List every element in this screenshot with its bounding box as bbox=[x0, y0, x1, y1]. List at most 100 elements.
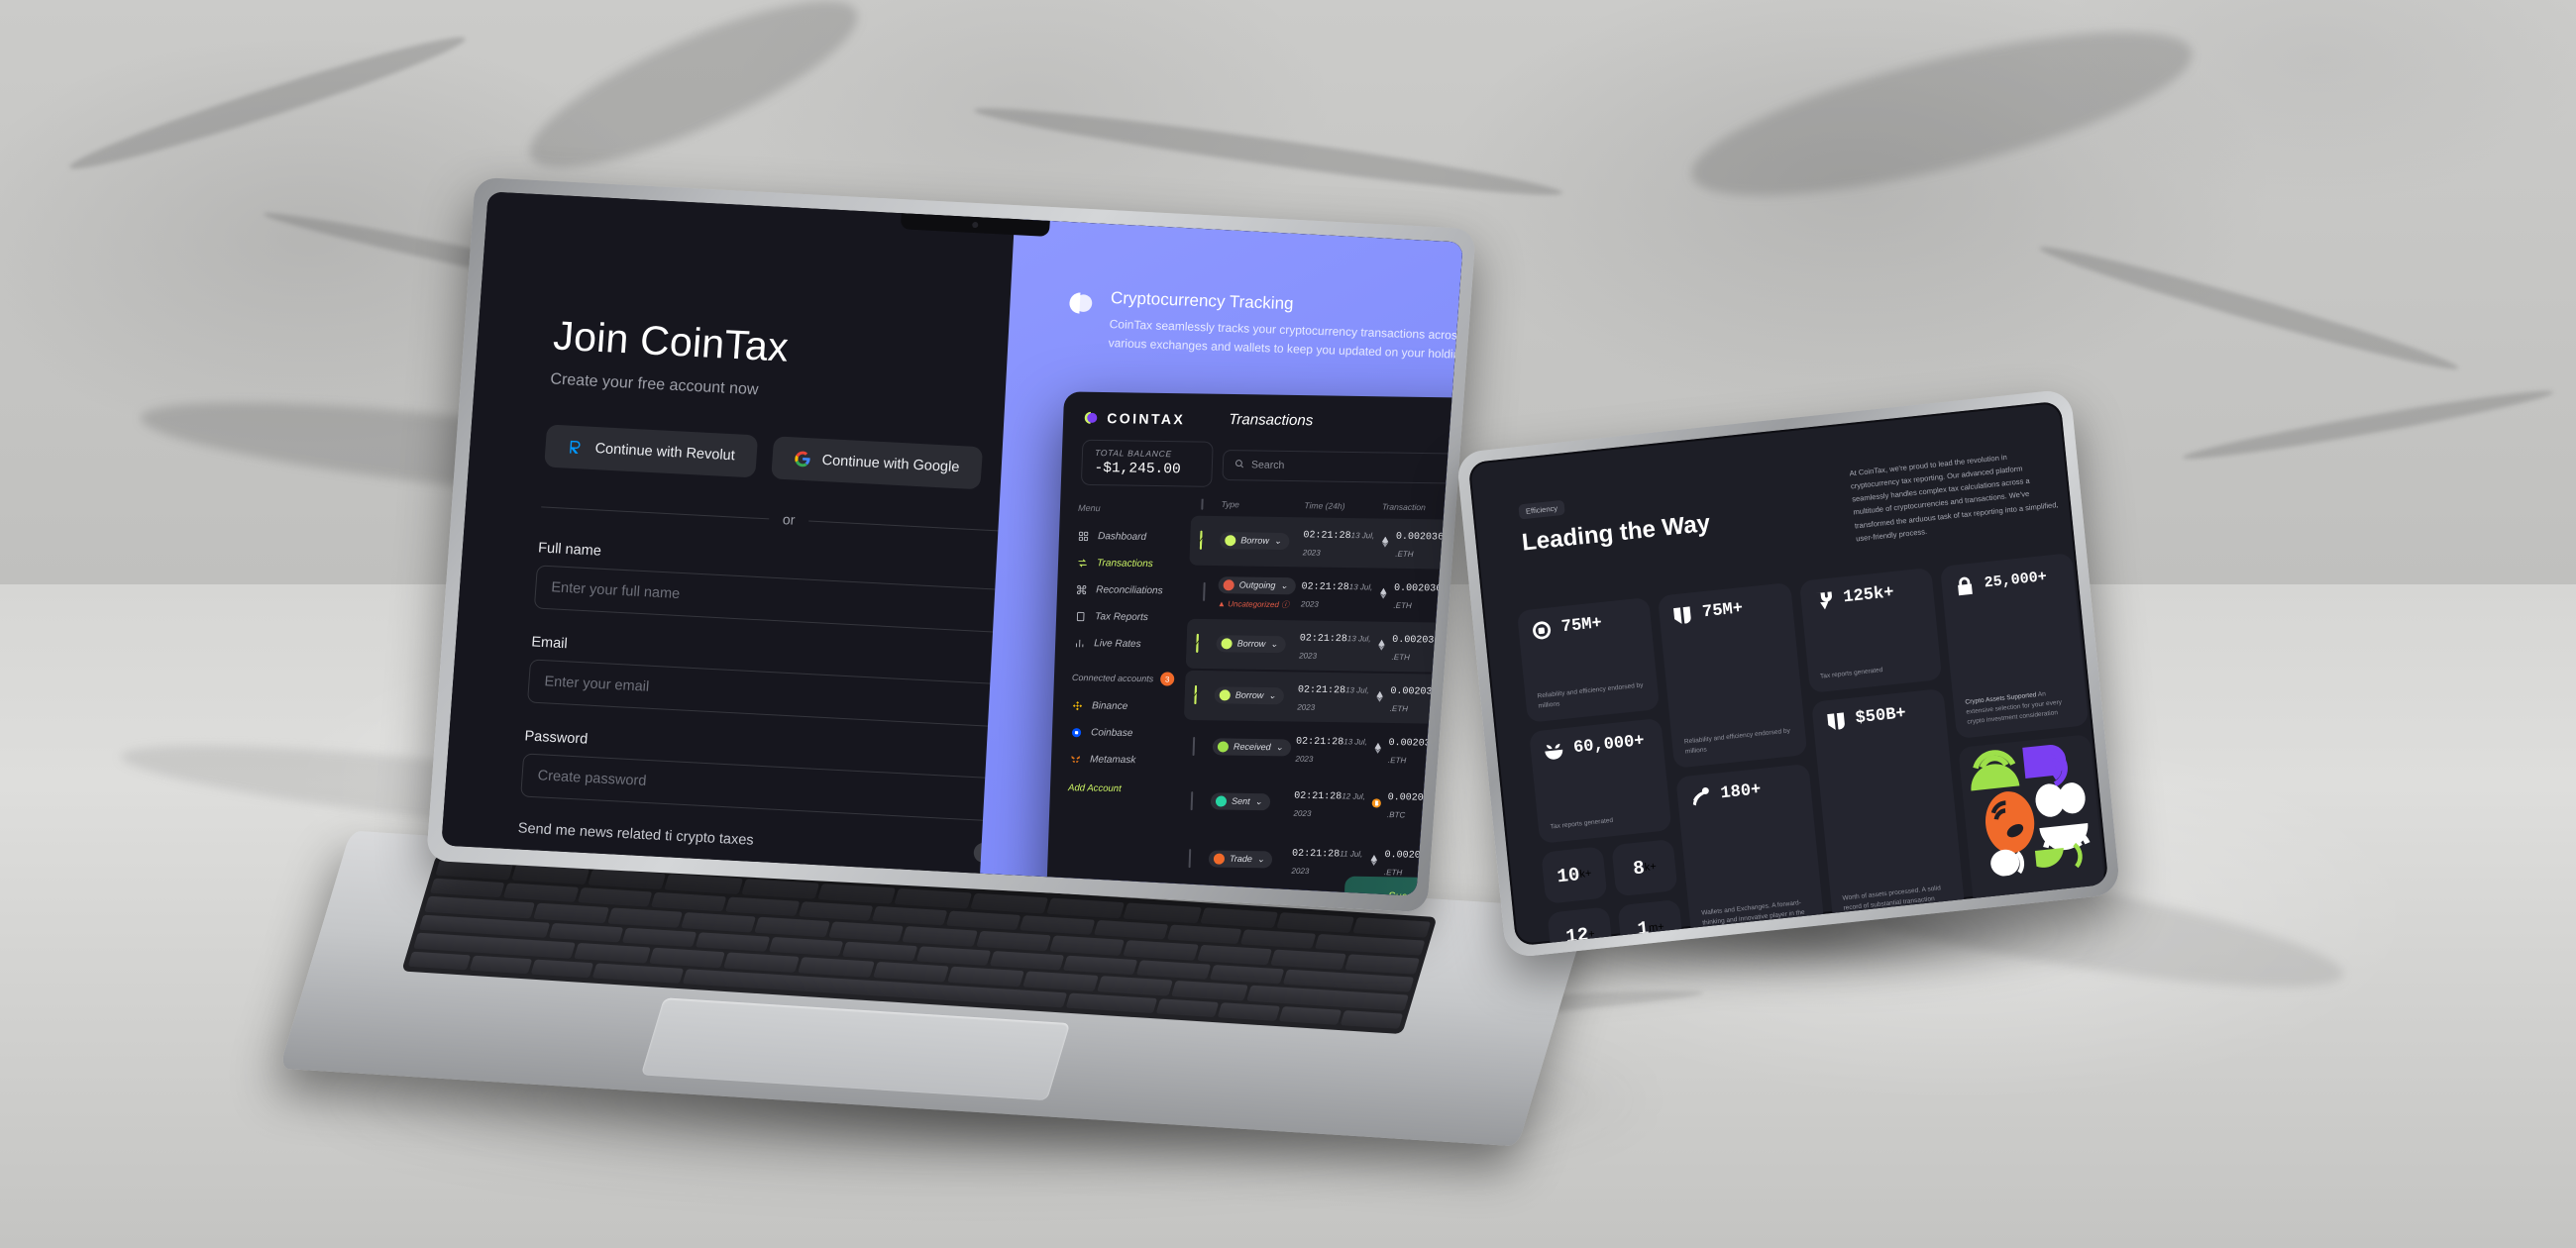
google-button-label: Continue with Google bbox=[821, 452, 960, 475]
account-label-coinbase: Coinbase bbox=[1090, 727, 1133, 740]
password-field-group: Password bbox=[520, 728, 1020, 823]
cell-type[interactable]: Borrow ⌄ bbox=[1214, 685, 1298, 706]
success-toast: ✓ Success! The transactions type has bee… bbox=[1342, 876, 1463, 896]
cell-transaction: 0.002036 .ETH bbox=[1368, 844, 1456, 881]
cell-type[interactable]: Outgoing ⌄ ▲ Uncategorized ⓘ bbox=[1218, 575, 1302, 610]
stat-card: 180+ Wallets and Exchanges. A forward-th… bbox=[1675, 763, 1826, 947]
stat-card: 75M+ Reliability and efficiency endorsed… bbox=[1658, 581, 1807, 769]
dashboard-sidebar: Menu Dashboard Transactions Reconciliati… bbox=[1044, 497, 1191, 896]
row-checkbox[interactable] bbox=[1190, 791, 1211, 811]
sidebar-item-dashboard[interactable]: Dashboard bbox=[1076, 523, 1190, 552]
table-rows: Borrow⌄02:21:2813 Jul, 20230.002036.ETH1… bbox=[1175, 515, 1463, 896]
sidebar-label-tax-reports: Tax Reports bbox=[1094, 611, 1148, 624]
abstract-art-icon bbox=[1971, 744, 2091, 877]
sidebar-item-live-rates[interactable]: Live Rates bbox=[1072, 630, 1186, 659]
transaction-time: 02:21:28 bbox=[1295, 736, 1344, 749]
promo-body: CoinTax seamlessly tracks your cryptocur… bbox=[1108, 317, 1463, 363]
add-account-button[interactable]: Add Account bbox=[1068, 782, 1182, 795]
continue-with-revolut-button[interactable]: Continue with Revolut bbox=[544, 424, 759, 478]
transaction-symbol: .ETH bbox=[1389, 703, 1408, 714]
metamask-icon bbox=[1069, 753, 1082, 766]
cell-transaction: 0.002036 .ETH bbox=[1380, 526, 1463, 563]
account-item-coinbase[interactable]: Coinbase bbox=[1069, 719, 1183, 748]
table-row[interactable]: Outgoing ⌄ ▲ Uncategorized ⓘ 02:21:2813 Jul… bbox=[1187, 568, 1463, 625]
sidebar-item-reconciliations[interactable]: Reconciliations bbox=[1074, 576, 1188, 605]
cell-type[interactable]: Trade ⌄ bbox=[1208, 849, 1292, 870]
revolut-icon bbox=[567, 439, 585, 457]
stat-value: 25,000+ bbox=[1983, 569, 2048, 592]
cell-time: 02:21:2813 Jul, 2023 bbox=[1300, 575, 1379, 612]
news-preference-label: Send me news related ti crypto taxes bbox=[517, 820, 755, 849]
transaction-type-label: Trade bbox=[1229, 853, 1252, 865]
table-row[interactable]: Borrow⌄02:21:2813 Jul, 20230.002036.ETH1… bbox=[1188, 515, 1463, 573]
sidebar-item-tax-reports[interactable]: Tax Reports bbox=[1073, 603, 1187, 632]
cell-from: 1BvBMSEYstWetqTF... bbox=[1459, 735, 1463, 769]
tablet-device: Efficiency Leading the Way At CoinTax, w… bbox=[1455, 388, 2121, 959]
coin-icon bbox=[1369, 853, 1379, 871]
transaction-type-label: Borrow bbox=[1239, 535, 1269, 546]
cell-type[interactable]: Borrow ⌄ bbox=[1219, 531, 1304, 552]
stat-card-small: 1 m+ bbox=[1617, 898, 1684, 947]
trackpad[interactable] bbox=[640, 997, 1071, 1101]
row-checkbox[interactable] bbox=[1192, 736, 1213, 757]
command-icon bbox=[1075, 583, 1088, 596]
table-row[interactable]: Borrow⌄02:21:2813 Jul, 20230.002036.ETH1… bbox=[1183, 670, 1463, 728]
transaction-time: 02:21:28 bbox=[1297, 684, 1345, 697]
transaction-amount: 0.002036 bbox=[1384, 850, 1433, 862]
stat-caption: Crypto Assets Supported An extensive sel… bbox=[1965, 686, 2076, 729]
row-checkbox[interactable] bbox=[1199, 530, 1221, 550]
transaction-type-label: Borrow bbox=[1236, 638, 1266, 649]
sidebar-label-transactions: Transactions bbox=[1096, 558, 1153, 571]
row-checkbox[interactable] bbox=[1188, 849, 1209, 869]
transaction-amount: 0.002036 bbox=[1389, 685, 1439, 698]
search-input[interactable]: Search bbox=[1222, 449, 1463, 485]
cell-type[interactable]: Sent ⌄ bbox=[1210, 791, 1294, 812]
stat-value: $50B+ bbox=[1854, 704, 1907, 729]
account-item-metamask[interactable]: Metamask bbox=[1068, 746, 1182, 775]
transaction-amount: 0.002036 bbox=[1391, 634, 1441, 647]
transaction-amount: 0.002036 bbox=[1395, 531, 1444, 544]
efficiency-badge: Efficiency bbox=[1518, 499, 1565, 520]
column-header-time[interactable]: Time (24h) bbox=[1304, 500, 1382, 511]
laptop-lid: Join CoinTax Create your free account no… bbox=[426, 176, 1476, 913]
continue-with-google-button[interactable]: Continue with Google bbox=[771, 436, 983, 490]
sidebar-item-transactions[interactable]: Transactions bbox=[1075, 550, 1189, 578]
coin-icon bbox=[1380, 535, 1390, 553]
account-item-binance[interactable]: Binance bbox=[1070, 692, 1184, 721]
table-row[interactable]: Sent⌄02:21:2810 Jul, 20230.002036.ETH1Bv… bbox=[1176, 888, 1463, 896]
row-checkbox[interactable] bbox=[1197, 581, 1219, 601]
table-row[interactable]: Borrow⌄02:21:2813 Jul, 20230.002036.ETH1… bbox=[1185, 618, 1463, 676]
coin-icon bbox=[1376, 638, 1386, 656]
stat-suffix: m+ bbox=[1648, 920, 1665, 935]
select-all-checkbox[interactable] bbox=[1200, 498, 1221, 510]
transaction-type-label: Sent bbox=[1231, 795, 1250, 806]
row-checkbox[interactable] bbox=[1195, 633, 1217, 653]
grid-icon bbox=[1076, 530, 1089, 543]
tablet-title: Leading the Way bbox=[1520, 509, 1712, 557]
promo-panel: Cryptocurrency Tracking CoinTax seamless… bbox=[976, 207, 1463, 896]
transfer-icon bbox=[1076, 557, 1089, 570]
toast-title: Success! bbox=[1387, 890, 1432, 895]
transaction-time: 02:21:28 bbox=[1301, 581, 1349, 594]
coins-icon bbox=[1530, 618, 1554, 642]
table-row[interactable]: Received ⌄ 02:21:2813 Jul, 2023 0.002036 .ET… bbox=[1182, 722, 1463, 780]
transaction-time: 02:21:28 bbox=[1291, 848, 1341, 861]
cell-transaction: 0.002036 .BTC bbox=[1370, 786, 1458, 823]
cell-type[interactable]: Received ⌄ bbox=[1212, 737, 1296, 758]
cell-type[interactable]: Borrow ⌄ bbox=[1216, 634, 1300, 655]
menu-heading: Menu bbox=[1077, 502, 1101, 514]
cell-time: 02:21:2813 Jul, 2023 bbox=[1297, 678, 1376, 715]
stat-value: 125k+ bbox=[1842, 583, 1895, 608]
connected-accounts-heading: Connected accounts 3 bbox=[1071, 671, 1185, 686]
table-row[interactable]: Sent ⌄ 02:21:2812 Jul, 2023 0.002036 .BTC 1A1… bbox=[1180, 774, 1463, 837]
stat-card: 75M+ Reliability and efficiency endorsed… bbox=[1516, 596, 1661, 723]
cell-transaction: 0.002036 .ETH bbox=[1374, 680, 1462, 717]
avatar bbox=[1456, 842, 1463, 860]
signup-panel: Join CoinTax Create your free account no… bbox=[441, 191, 1053, 896]
table-row[interactable]: Trade ⌄ 02:21:2811 Jul, 2023 0.002036 .ETH 1A… bbox=[1178, 831, 1463, 894]
email-field-group: Email bbox=[526, 634, 1027, 729]
cell-from: 1A1zP1eP5QGefi2D...Unknown sender bbox=[1455, 842, 1463, 885]
transactions-table: Type Time (24h) Transaction From To Borr… bbox=[1175, 498, 1463, 896]
row-checkbox[interactable] bbox=[1194, 684, 1215, 704]
transaction-time: 02:21:28 bbox=[1302, 530, 1351, 543]
